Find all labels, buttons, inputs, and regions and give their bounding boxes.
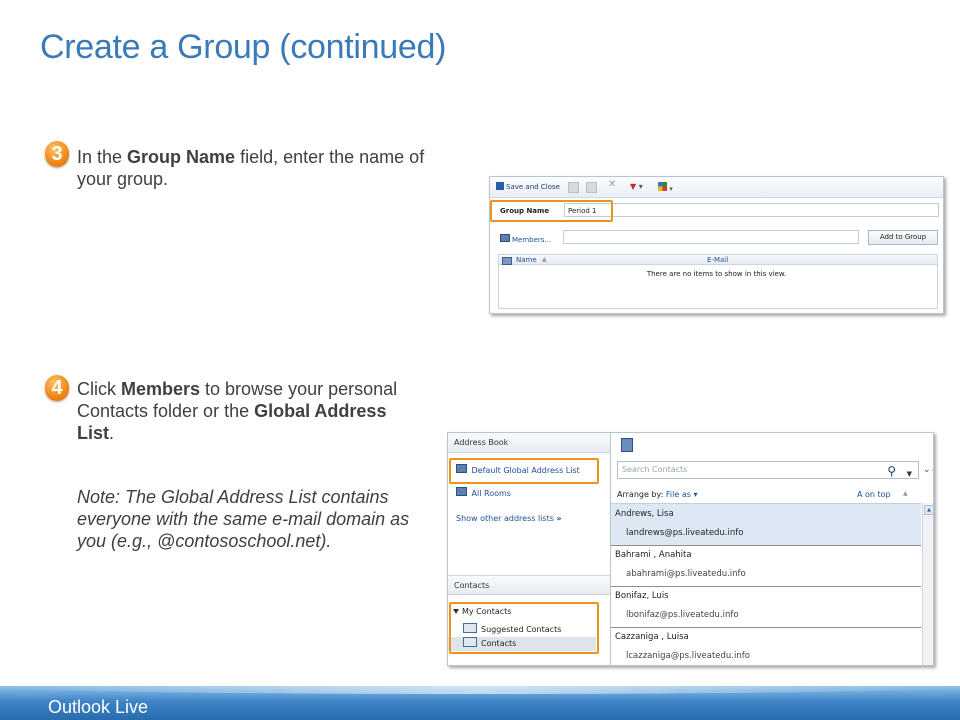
empty-grid-message: There are no items to show in this view.	[646, 270, 787, 278]
contact-name: Andrews, Lisa	[615, 509, 674, 519]
contact-row[interactable]: Bahrami , Anahita abahrami@ps.liveatedu.…	[611, 545, 921, 587]
members-label: Members...	[512, 236, 552, 244]
search-icon[interactable]: ⚲	[887, 463, 896, 479]
address-book-header: Address Book	[448, 433, 610, 453]
step-3-text: In the Group Name field, enter the name …	[77, 146, 427, 190]
save-icon	[496, 182, 504, 190]
gal-note: Note: The Global Address List contains e…	[77, 487, 410, 551]
toolbar: Save and Close ✕ ▼ ▾ ▾	[490, 177, 943, 198]
flag-dropdown-icon: ▾	[638, 182, 643, 191]
contacts-toolbar	[611, 433, 933, 455]
step-3-text-before: In the	[77, 147, 128, 167]
name-column-header[interactable]: Name	[516, 256, 537, 264]
double-chevron-down-icon: »	[556, 514, 562, 523]
email-column-header[interactable]: E-Mail	[707, 256, 728, 264]
contacts-header: Contacts	[448, 575, 610, 595]
members-input[interactable]	[563, 230, 859, 244]
arrange-dropdown-icon: ▾	[693, 490, 698, 499]
arrange-by-label: Arrange by:	[617, 490, 664, 499]
contact-list-scrollbar[interactable]: ▲	[922, 503, 933, 665]
contact-name: Cazzaniga , Luisa	[615, 632, 689, 642]
footer-label: Outlook Live	[48, 697, 149, 717]
contact-email: abahrami@ps.liveatedu.info	[626, 569, 746, 579]
contact-row[interactable]: Cazzaniga , Luisa lcazzaniga@ps.liveated…	[611, 627, 921, 665]
contact-name: Bonifaz, Luis	[615, 591, 669, 601]
search-placeholder: Search Contacts	[622, 465, 688, 474]
arrange-by[interactable]: Arrange by: File as ▾	[617, 490, 697, 499]
attach-icon	[568, 182, 579, 193]
step-4-text-after: .	[109, 423, 115, 443]
category-dropdown-icon: ▾	[669, 185, 673, 193]
search-contacts-input[interactable]: Search Contacts ⚲ ▼	[617, 461, 919, 479]
group-name-highlight	[490, 200, 613, 222]
flag-button[interactable]: ▼ ▾	[630, 182, 643, 192]
show-other-label: Show other address lists	[456, 514, 554, 523]
footer-swoosh	[0, 680, 960, 694]
scroll-up-icon[interactable]: ▲	[924, 505, 933, 515]
step-4-text: Click Members to browse your personal Co…	[77, 378, 407, 444]
all-rooms-item[interactable]: All Rooms	[456, 487, 511, 498]
gal-highlight	[449, 458, 599, 484]
contact-card-icon	[502, 257, 512, 265]
contact-email: lcazzaniga@ps.liveatedu.info	[626, 651, 750, 661]
contact-email: lbonifaz@ps.liveatedu.info	[626, 610, 739, 620]
book-icon	[456, 487, 467, 496]
step-4-text-before: Click	[77, 379, 121, 399]
arrange-by-value: File as	[665, 490, 691, 499]
step-3-badge: 3	[45, 141, 69, 167]
address-book-screenshot: Address Book Default Global Address List…	[447, 432, 934, 666]
step-4-bold-members: Members	[121, 379, 201, 399]
contact-email: landrews@ps.liveatedu.info	[626, 528, 744, 538]
group-name-input[interactable]: Period 1	[564, 203, 939, 217]
contact-name: Bahrami , Anahita	[615, 550, 692, 560]
delete-button[interactable]: ✕	[608, 180, 616, 190]
slide-title: Create a Group (continued)	[40, 28, 447, 66]
step-4-badge: 4	[45, 375, 69, 401]
add-to-group-button[interactable]: Add to Group	[868, 230, 938, 245]
address-book-button[interactable]	[586, 182, 597, 193]
categorize-button[interactable]: ▾	[658, 182, 673, 193]
my-contacts-highlight	[449, 602, 599, 654]
contact-row[interactable]: Andrews, Lisa landrews@ps.liveatedu.info	[611, 504, 921, 546]
address-book-icon	[586, 182, 597, 193]
members-grid-header: Name ▲ E-Mail	[498, 254, 938, 265]
address-book-pane: Address Book Default Global Address List…	[448, 433, 611, 665]
flag-icon: ▼	[630, 182, 637, 191]
show-other-lists-link[interactable]: Show other address lists »	[456, 514, 562, 523]
sort-ascending-icon: ▲	[542, 256, 547, 263]
step-3-bold: Group Name	[127, 147, 236, 167]
category-icon	[658, 182, 667, 191]
sort-ascending-icon: ▲	[903, 490, 908, 497]
book-icon	[500, 234, 510, 242]
contact-row[interactable]: Bonifaz, Luis lbonifaz@ps.liveatedu.info	[611, 586, 921, 628]
delete-icon: ✕	[608, 179, 617, 190]
expand-search-icon[interactable]: ⌄⌄	[923, 465, 933, 475]
search-dropdown-icon[interactable]: ▼	[907, 466, 912, 482]
attach-button[interactable]	[568, 182, 579, 193]
contacts-pane: Search Contacts ⚲ ▼ ⌄⌄ Arrange by: File …	[611, 433, 933, 665]
save-and-close-button[interactable]: Save and Close	[496, 182, 560, 192]
address-book-view-icon[interactable]	[621, 438, 633, 452]
all-rooms-label: All Rooms	[471, 489, 511, 498]
sort-order-button[interactable]: A on top	[857, 490, 891, 499]
members-button[interactable]: Members...	[500, 234, 551, 244]
group-form-screenshot: Save and Close ✕ ▼ ▾ ▾ Group Name Period…	[489, 176, 944, 314]
save-and-close-label: Save and Close	[506, 183, 560, 191]
contact-list: Andrews, Lisa landrews@ps.liveatedu.info…	[611, 503, 921, 665]
